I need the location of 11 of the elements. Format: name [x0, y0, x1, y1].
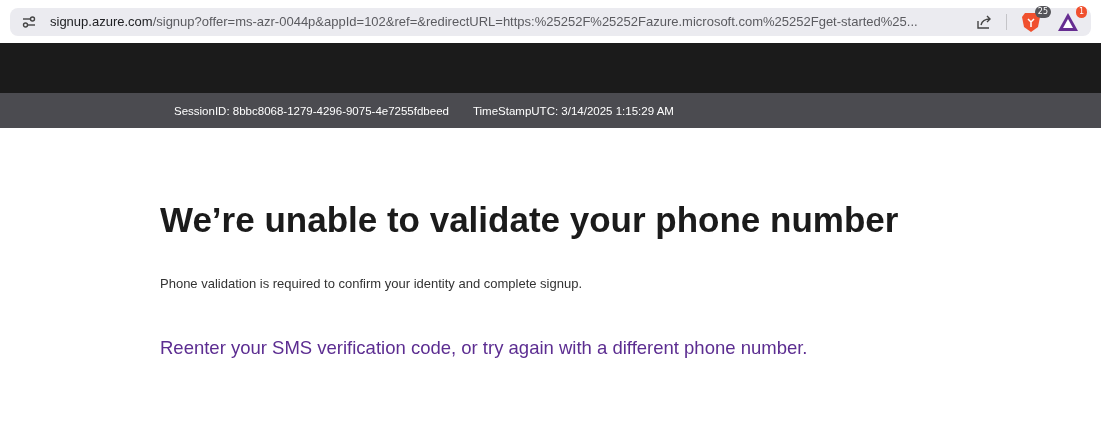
retry-link[interactable]: Reenter your SMS verification code, or try again with a different phone number. — [160, 337, 808, 359]
share-icon[interactable] — [976, 13, 992, 30]
description-text: Phone validation is required to confirm your identity and complete signup. — [160, 276, 584, 291]
page-heading: We’re unable to validate your phone number — [160, 200, 900, 240]
address-bar[interactable]: signup.azure.com/signup?offer=ms-azr-0044p&appId=102&ref=&redirectURL=https:%25252F%25252Fazure.microsoft.com%25252Fget-started%25... 25 1 — [10, 7, 1091, 36]
count-badge: 25 — [1034, 5, 1051, 18]
timestamp: TimeStampUTC: 3/14/2025 1:15:29 AM — [472, 104, 674, 117]
url-text[interactable]: signup.azure.com/signup?offer=ms-azr-0044p&appId=102&ref=&redirectURL=https:%25252F%25252Fazure.microsoft.com%25252Fget-started%25... — [50, 14, 962, 29]
session-id: SessionID: 8bbc8068-1279-4296-9075-4e7255fdbeed — [174, 104, 449, 117]
notification-badge: 1 — [1075, 5, 1087, 18]
site-settings-icon[interactable] — [22, 14, 36, 29]
